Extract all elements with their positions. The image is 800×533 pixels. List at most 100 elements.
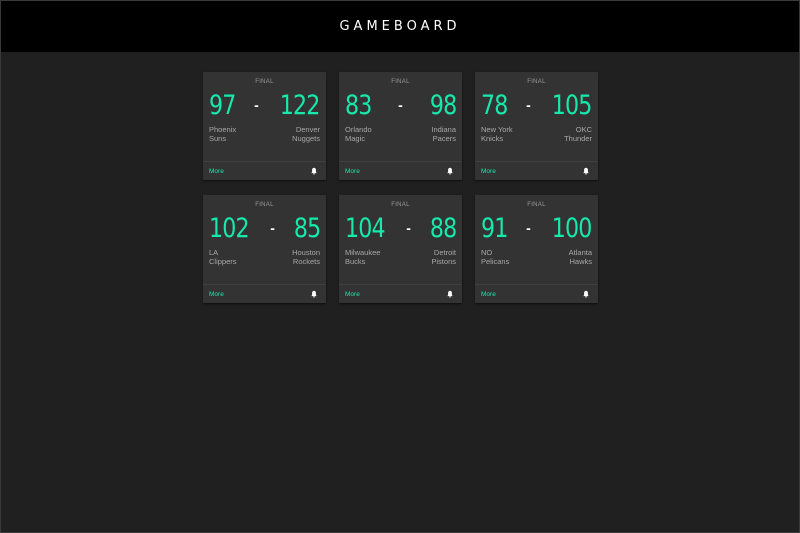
game-status: FINAL <box>255 202 274 208</box>
team-names: Milwaukee Bucks Detroit Pistons <box>339 246 462 272</box>
home-team-name: Pelicans <box>481 257 510 266</box>
more-link[interactable]: More <box>209 291 224 298</box>
bell-icon[interactable] <box>582 167 590 175</box>
game-status: FINAL <box>527 79 546 85</box>
score-separator: - <box>398 97 403 113</box>
card-footer: More <box>475 161 598 180</box>
game-status: FINAL <box>255 79 274 85</box>
score-row: 83 - 98 <box>339 87 462 123</box>
away-team-name: Thunder <box>564 134 592 143</box>
more-link[interactable]: More <box>345 168 360 175</box>
away-team-city: OKC <box>575 125 592 134</box>
game-grid: FINAL 97 - 122 Phoenix Suns Denver Nugge… <box>203 72 599 303</box>
away-team-name: Nuggets <box>292 134 320 143</box>
away-team-city: Detroit <box>433 248 456 257</box>
bell-icon[interactable] <box>582 290 590 298</box>
home-team: New York Knicks <box>481 125 537 149</box>
home-score: 97 <box>209 89 236 121</box>
team-names: New York Knicks OKC Thunder <box>475 123 598 149</box>
bell-icon[interactable] <box>310 290 318 298</box>
home-team-city: Orlando <box>345 125 372 134</box>
game-status: FINAL <box>527 202 546 208</box>
home-team-city: LA <box>209 248 219 257</box>
home-team-city: Phoenix <box>209 125 237 134</box>
home-team-name: Magic <box>345 134 366 143</box>
away-team-city: Indiana <box>431 125 456 134</box>
bell-icon[interactable] <box>446 167 454 175</box>
more-link[interactable]: More <box>345 291 360 298</box>
home-team-city: NO <box>481 248 493 257</box>
away-score: 88 <box>429 212 456 244</box>
game-card: FINAL 102 - 85 LA Clippers Houston Rocke… <box>203 195 326 303</box>
home-team-name: Bucks <box>345 257 366 266</box>
away-score: 100 <box>552 212 593 244</box>
team-names: NO Pelicans Atlanta Hawks <box>475 246 598 272</box>
home-team-name: Knicks <box>481 134 504 143</box>
game-status: FINAL <box>391 79 410 85</box>
away-team: Atlanta Hawks <box>537 248 592 272</box>
home-team: NO Pelicans <box>481 248 537 272</box>
top-bar: GAMEBOARD <box>1 1 799 52</box>
game-status: FINAL <box>391 202 410 208</box>
bell-icon[interactable] <box>310 167 318 175</box>
away-team-name: Rockets <box>292 257 320 266</box>
home-score: 102 <box>209 212 250 244</box>
bell-icon[interactable] <box>446 290 454 298</box>
app-frame: GAMEBOARD FINAL 97 - 122 Phoenix Suns De… <box>0 0 800 533</box>
away-score: 122 <box>280 89 321 121</box>
home-team: Orlando Magic <box>345 125 401 149</box>
away-team-city: Denver <box>295 125 320 134</box>
home-score: 104 <box>345 212 386 244</box>
score-separator: - <box>270 220 275 236</box>
home-score: 78 <box>481 89 508 121</box>
score-separator: - <box>254 97 259 113</box>
away-team: Denver Nuggets <box>265 125 320 149</box>
away-team: Houston Rockets <box>265 248 320 272</box>
home-team-name: Clippers <box>209 257 237 266</box>
more-link[interactable]: More <box>481 291 496 298</box>
away-team: OKC Thunder <box>537 125 592 149</box>
away-team-city: Atlanta <box>568 248 592 257</box>
game-card: FINAL 83 - 98 Orlando Magic Indiana Pace… <box>339 72 462 180</box>
away-team: Detroit Pistons <box>401 248 456 272</box>
score-row: 97 - 122 <box>203 87 326 123</box>
home-score: 83 <box>345 89 372 121</box>
score-separator: - <box>526 220 531 236</box>
more-link[interactable]: More <box>481 168 496 175</box>
away-score: 105 <box>552 89 593 121</box>
away-team-name: Pistons <box>431 257 456 266</box>
more-link[interactable]: More <box>209 168 224 175</box>
score-row: 102 - 85 <box>203 210 326 246</box>
score-separator: - <box>406 220 411 236</box>
score-row: 78 - 105 <box>475 87 598 123</box>
away-score: 85 <box>293 212 320 244</box>
home-score: 91 <box>481 212 508 244</box>
away-score: 98 <box>429 89 456 121</box>
card-footer: More <box>203 161 326 180</box>
home-team: Milwaukee Bucks <box>345 248 401 272</box>
game-card: FINAL 97 - 122 Phoenix Suns Denver Nugge… <box>203 72 326 180</box>
game-card: FINAL 104 - 88 Milwaukee Bucks Detroit P… <box>339 195 462 303</box>
away-team-city: Houston <box>292 248 320 257</box>
score-row: 91 - 100 <box>475 210 598 246</box>
away-team-name: Hawks <box>569 257 592 266</box>
score-row: 104 - 88 <box>339 210 462 246</box>
home-team: LA Clippers <box>209 248 265 272</box>
team-names: LA Clippers Houston Rockets <box>203 246 326 272</box>
team-names: Phoenix Suns Denver Nuggets <box>203 123 326 149</box>
card-footer: More <box>203 284 326 303</box>
card-footer: More <box>475 284 598 303</box>
away-team: Indiana Pacers <box>401 125 456 149</box>
game-card: FINAL 91 - 100 NO Pelicans Atlanta Hawks… <box>475 195 598 303</box>
home-team: Phoenix Suns <box>209 125 265 149</box>
team-names: Orlando Magic Indiana Pacers <box>339 123 462 149</box>
card-footer: More <box>339 161 462 180</box>
home-team-name: Suns <box>209 134 227 143</box>
game-card: FINAL 78 - 105 New York Knicks OKC Thund… <box>475 72 598 180</box>
score-separator: - <box>526 97 531 113</box>
away-team-name: Pacers <box>432 134 456 143</box>
app-title: GAMEBOARD <box>339 19 461 34</box>
home-team-city: Milwaukee <box>345 248 381 257</box>
home-team-city: New York <box>481 125 513 134</box>
card-footer: More <box>339 284 462 303</box>
